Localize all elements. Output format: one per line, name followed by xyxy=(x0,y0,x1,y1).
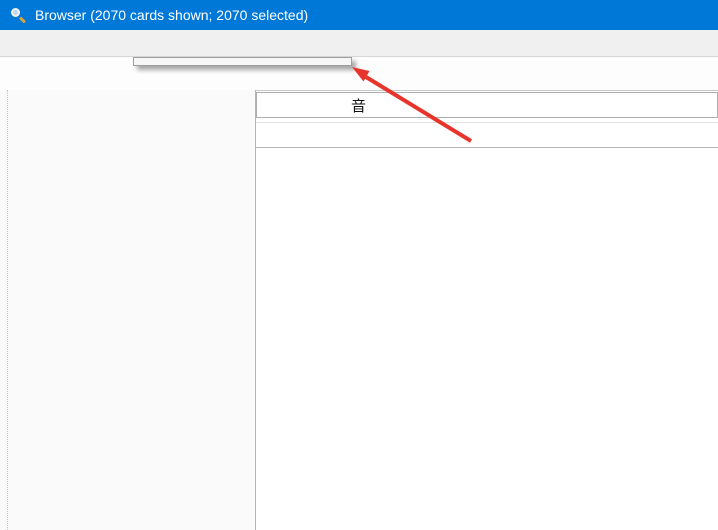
tree-guide-line xyxy=(7,90,8,530)
table-header xyxy=(256,122,718,148)
search-bar xyxy=(256,92,718,120)
sidebar xyxy=(0,90,256,530)
card-table xyxy=(256,148,718,530)
browser-toolbar xyxy=(0,57,718,91)
magnifier-icon xyxy=(11,7,27,23)
window-title: Browser (2070 cards shown; 2070 selected… xyxy=(35,7,308,23)
fastwq-dropdown-menu xyxy=(133,57,352,66)
search-input[interactable] xyxy=(256,92,718,118)
title-bar: Browser (2070 cards shown; 2070 selected… xyxy=(0,0,718,30)
menu-bar xyxy=(0,30,718,57)
